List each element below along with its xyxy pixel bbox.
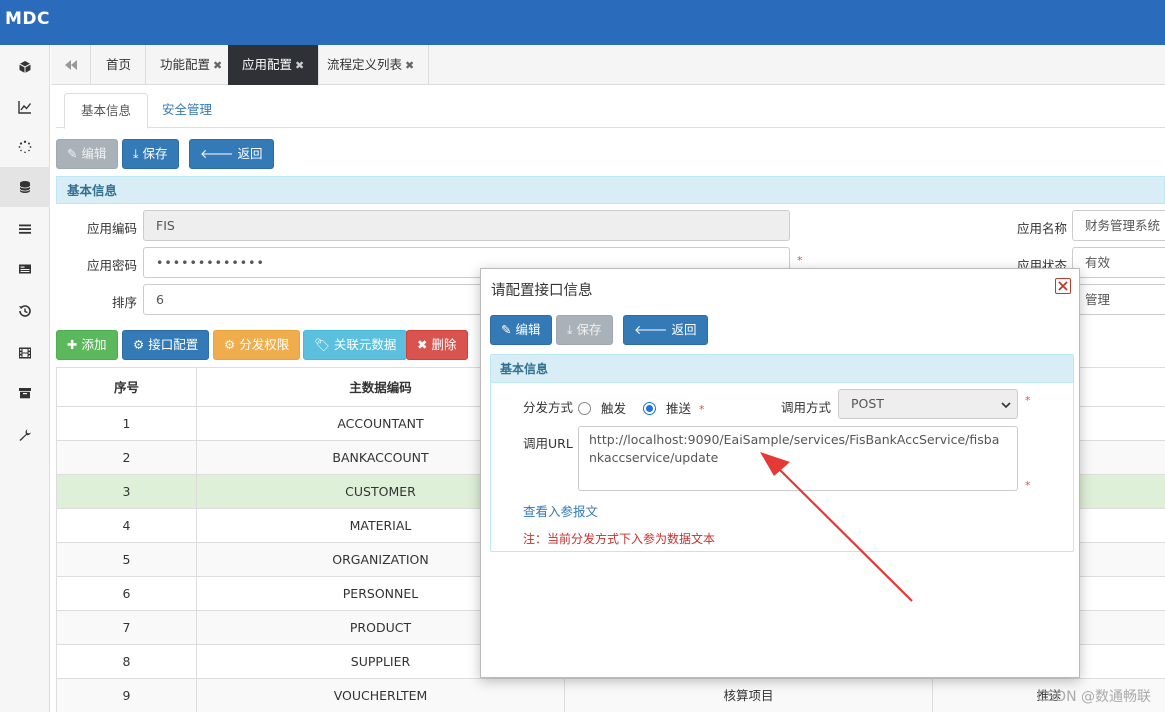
annotation-arrow bbox=[760, 452, 913, 602]
watermark: CSDN @数通畅联 bbox=[1036, 689, 1151, 705]
